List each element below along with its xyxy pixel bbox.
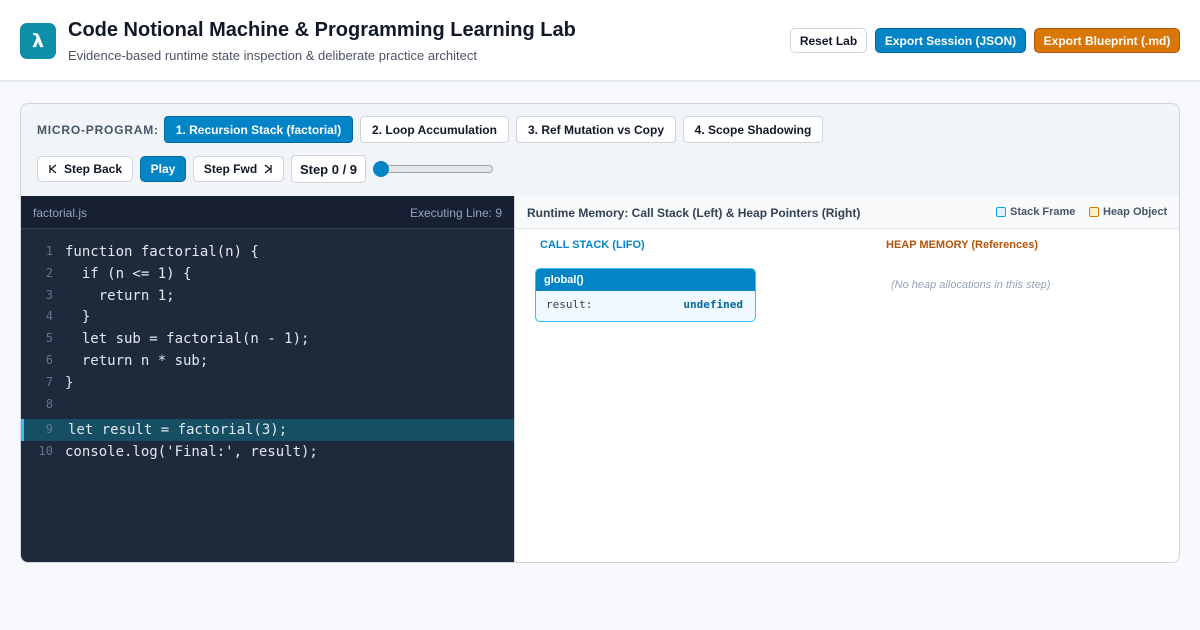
- export-session-button[interactable]: Export Session (JSON): [875, 28, 1026, 53]
- code-filename: factorial.js: [33, 206, 88, 220]
- code-line: 6 return n * sub;: [21, 350, 514, 372]
- code-line: 2 if (n <= 1) {: [21, 263, 514, 285]
- app-title: Code Notional Machine & Programming Lear…: [68, 19, 576, 41]
- line-source: let sub = factorial(n - 1);: [65, 331, 310, 348]
- code-line: 10 console.log('Final:', result);: [21, 441, 514, 463]
- frame-variable-name: result:: [546, 298, 593, 311]
- lab-panel: MICRO-PROGRAM: 1. Recursion Stack (facto…: [20, 103, 1180, 563]
- code-line: 7}: [21, 372, 514, 394]
- export-blueprint-button[interactable]: Export Blueprint (.md): [1034, 28, 1180, 53]
- line-source: }: [65, 309, 91, 326]
- executing-line-indicator: Executing Line: 9: [409, 206, 502, 220]
- code-pane: factorial.js Executing Line: 9 1 function…: [21, 196, 514, 562]
- line-source: console.log('Final:', result);: [65, 444, 318, 461]
- line-source: return 1;: [65, 287, 175, 304]
- memory-header: Runtime Memory: Call Stack (Left) & Heap…: [515, 196, 1179, 229]
- code-line: 3 return 1;: [21, 285, 514, 307]
- program-tab-loop[interactable]: 2. Loop Accumulation: [360, 116, 509, 143]
- skip-forward-icon: [264, 164, 272, 174]
- line-source: function factorial(n) {: [65, 244, 259, 260]
- stack-frame: global() result: undefined: [535, 268, 756, 322]
- legend-heap-object: Heap Object: [1089, 206, 1167, 218]
- line-number: 6: [45, 353, 53, 367]
- legend-stack-label: Stack Frame: [1010, 206, 1076, 218]
- code-line: 5 let sub = factorial(n - 1);: [21, 328, 514, 350]
- line-number: 8: [45, 396, 53, 411]
- micro-program-label: MICRO-PROGRAM:: [37, 123, 159, 137]
- line-source: let result = factorial(3);: [68, 422, 288, 439]
- code-line: 1 function factorial(n) {: [21, 241, 514, 263]
- heap-empty-message: (No heap allocations in this step): [891, 279, 1051, 291]
- top-bar: λ Code Notional Machine & Programming Le…: [0, 0, 1200, 82]
- step-slider[interactable]: [373, 161, 494, 177]
- line-source: return n * sub;: [65, 353, 209, 369]
- frame-variable-value: undefined: [683, 298, 743, 311]
- step-back-button[interactable]: Step Back: [37, 156, 133, 182]
- lambda-logo-icon: λ: [20, 23, 56, 59]
- code-header: factorial.js Executing Line: 9: [21, 196, 514, 229]
- code-line: 8: [21, 394, 514, 416]
- play-button[interactable]: Play: [140, 156, 186, 182]
- app-subtitle: Evidence-based runtime state inspection …: [68, 48, 477, 63]
- line-number: 9: [45, 422, 53, 437]
- code-line: 9 let result = factorial(3);: [21, 419, 514, 442]
- heap-memory-header: HEAP MEMORY (References): [886, 239, 1039, 251]
- line-number: 4: [45, 309, 53, 324]
- line-number: 3: [45, 287, 53, 302]
- step-forward-label: Step Fwd: [203, 162, 258, 176]
- legend-stack-frame: Stack Frame: [996, 206, 1075, 218]
- slider-track: [375, 165, 493, 173]
- line-source: if (n <= 1) {: [65, 265, 192, 282]
- line-number: 7: [45, 374, 53, 389]
- program-tab-recursion[interactable]: 1. Recursion Stack (factorial): [164, 116, 353, 143]
- line-number: 1: [45, 244, 53, 258]
- heap-object-swatch: [1089, 207, 1099, 217]
- line-number: 10: [38, 444, 53, 459]
- line-source: }: [65, 374, 74, 391]
- program-tab-ref-mutation[interactable]: 3. Ref Mutation vs Copy: [516, 116, 676, 143]
- call-stack-header: CALL STACK (LIFO): [540, 239, 645, 251]
- reset-lab-button[interactable]: Reset Lab: [790, 28, 867, 53]
- line-number: 5: [45, 331, 53, 346]
- line-number: 2: [45, 265, 53, 280]
- legend-heap-label: Heap Object: [1103, 206, 1168, 218]
- memory-pane: Runtime Memory: Call Stack (Left) & Heap…: [514, 196, 1179, 562]
- memory-title: Runtime Memory: Call Stack (Left) & Heap…: [527, 206, 861, 220]
- step-back-label: Step Back: [63, 162, 123, 176]
- code-line: 4 }: [21, 306, 514, 328]
- slider-thumb[interactable]: [373, 161, 389, 177]
- stack-frame-name: global(): [536, 269, 755, 291]
- stack-frame-swatch: [996, 207, 1006, 217]
- step-indicator: Step 0 / 9: [291, 155, 366, 183]
- program-tab-scope[interactable]: 4. Scope Shadowing: [683, 116, 823, 143]
- skip-back-icon: [49, 164, 57, 174]
- step-forward-button[interactable]: Step Fwd: [193, 156, 284, 182]
